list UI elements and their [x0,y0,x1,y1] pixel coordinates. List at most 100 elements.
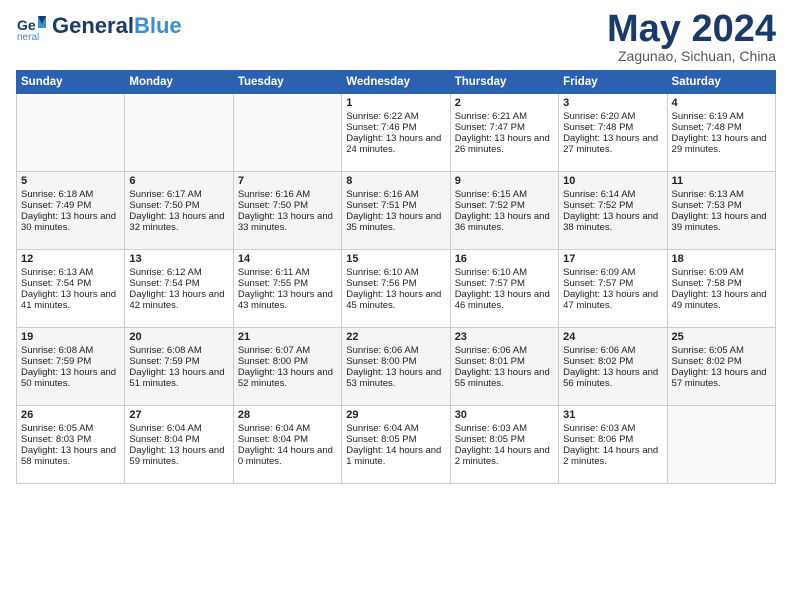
calendar-cell: 7 Sunrise: 6:16 AMSunset: 7:50 PMDaylight… [233,172,341,250]
daylight-text: Daylight: 14 hours and 2 minutes. [563,445,662,467]
sunset-text: Sunset: 7:52 PM [455,200,554,211]
sunset-text: Sunset: 7:54 PM [21,278,120,289]
logo-icon: Ge neral [16,10,48,42]
daylight-text: Daylight: 13 hours and 51 minutes. [129,367,228,389]
calendar-cell: 30Sunrise: 6:03 AMSunset: 8:05 PMDayligh… [450,406,558,484]
day-number: 16 [455,253,554,265]
calendar-cell: 6Sunrise: 6:17 AMSunset: 7:50 PMDaylight… [125,172,233,250]
daylight-text: Daylight: 13 hours and 58 minutes. [21,445,120,467]
day-number: 26 [21,409,120,421]
sunset-text: Sunset: 7:57 PM [563,278,662,289]
sunrise-text: Sunrise: 6:17 AM [129,189,228,200]
day-number: 9 [455,175,554,187]
sunset-text: Sunset: 8:04 PM [238,434,337,445]
location: Zagunao, Sichuan, China [607,48,776,64]
month-title: May 2024 [607,10,776,48]
calendar-cell: 12Sunrise: 6:13 AMSunset: 7:54 PMDayligh… [17,250,125,328]
sunrise-text: Sunrise: 6:18 AM [21,189,120,200]
daylight-text: Daylight: 13 hours and 32 minutes. [129,211,228,233]
sunset-text: Sunset: 7:50 PM [238,200,337,211]
daylight-text: Daylight: 13 hours and 49 minutes. [672,289,771,311]
title-block: May 2024 Zagunao, Sichuan, China [607,10,776,64]
sunrise-text: Sunrise: 6:10 AM [455,267,554,278]
header-tuesday: Tuesday [233,71,341,94]
sunrise-text: Sunrise: 6:16 AM [238,189,337,200]
day-number: 12 [21,253,120,265]
sunrise-text: Sunrise: 6:14 AM [563,189,662,200]
day-number: 22 [346,331,445,343]
sunset-text: Sunset: 7:59 PM [21,356,120,367]
day-number: 24 [563,331,662,343]
calendar-cell: 10Sunrise: 6:14 AMSunset: 7:52 PMDayligh… [559,172,667,250]
day-number: 14 [238,253,337,265]
calendar-cell [667,406,775,484]
calendar-cell: 11Sunrise: 6:13 AMSunset: 7:53 PMDayligh… [667,172,775,250]
daylight-text: Daylight: 13 hours and 33 minutes. [238,211,337,233]
daylight-text: Daylight: 14 hours and 2 minutes. [455,445,554,467]
calendar-cell: 2Sunrise: 6:21 AMSunset: 7:47 PMDaylight… [450,94,558,172]
day-number: 2 [455,97,554,109]
day-number: 1 [346,97,445,109]
calendar-week-row: 12Sunrise: 6:13 AMSunset: 7:54 PMDayligh… [17,250,776,328]
calendar-cell: 8Sunrise: 6:16 AMSunset: 7:51 PMDaylight… [342,172,450,250]
sunrise-text: Sunrise: 6:09 AM [672,267,771,278]
header-wednesday: Wednesday [342,71,450,94]
sunrise-text: Sunrise: 6:06 AM [455,345,554,356]
day-number: 10 [563,175,662,187]
calendar-cell: 28 Sunrise: 6:04 AMSunset: 8:04 PMDayligh… [233,406,341,484]
daylight-text: Daylight: 13 hours and 35 minutes. [346,211,445,233]
daylight-text: Daylight: 14 hours and 0 minutes. [238,445,337,467]
sunset-text: Sunset: 8:02 PM [563,356,662,367]
daylight-text: Daylight: 13 hours and 47 minutes. [563,289,662,311]
daylight-text: Daylight: 13 hours and 29 minutes. [672,133,771,155]
day-number: 28 [238,409,337,421]
header-thursday: Thursday [450,71,558,94]
sunrise-text: Sunrise: 6:15 AM [455,189,554,200]
daylight-text: Daylight: 13 hours and 59 minutes. [129,445,228,467]
sunset-text: Sunset: 7:47 PM [455,122,554,133]
calendar-cell: 15Sunrise: 6:10 AMSunset: 7:56 PMDayligh… [342,250,450,328]
sunset-text: Sunset: 7:53 PM [672,200,771,211]
sunset-text: Sunset: 7:52 PM [563,200,662,211]
calendar-cell: 5Sunrise: 6:18 AMSunset: 7:49 PMDaylight… [17,172,125,250]
sunrise-text: Sunrise: 6:04 AM [238,423,337,434]
header-sunday: Sunday [17,71,125,94]
sunset-text: Sunset: 8:00 PM [346,356,445,367]
sunrise-text: Sunrise: 6:05 AM [672,345,771,356]
sunset-text: Sunset: 7:48 PM [563,122,662,133]
daylight-text: Daylight: 13 hours and 39 minutes. [672,211,771,233]
calendar-cell: 31Sunrise: 6:03 AMSunset: 8:06 PMDayligh… [559,406,667,484]
sunset-text: Sunset: 7:59 PM [129,356,228,367]
sunset-text: Sunset: 7:48 PM [672,122,771,133]
calendar-cell: 24Sunrise: 6:06 AMSunset: 8:02 PMDayligh… [559,328,667,406]
day-number: 8 [346,175,445,187]
calendar-cell [125,94,233,172]
day-number: 7 [238,175,337,187]
sunset-text: Sunset: 7:51 PM [346,200,445,211]
calendar-week-row: 1Sunrise: 6:22 AMSunset: 7:46 PMDaylight… [17,94,776,172]
header-monday: Monday [125,71,233,94]
day-number: 4 [672,97,771,109]
day-number: 3 [563,97,662,109]
sunset-text: Sunset: 8:06 PM [563,434,662,445]
calendar-cell: 16Sunrise: 6:10 AMSunset: 7:57 PMDayligh… [450,250,558,328]
day-number: 23 [455,331,554,343]
calendar-cell [17,94,125,172]
calendar-cell: 26Sunrise: 6:05 AMSunset: 8:03 PMDayligh… [17,406,125,484]
day-number: 11 [672,175,771,187]
daylight-text: Daylight: 13 hours and 41 minutes. [21,289,120,311]
sunset-text: Sunset: 8:03 PM [21,434,120,445]
day-number: 18 [672,253,771,265]
sunrise-text: Sunrise: 6:21 AM [455,111,554,122]
sunset-text: Sunset: 7:58 PM [672,278,771,289]
calendar-table: Sunday Monday Tuesday Wednesday Thursday… [16,70,776,484]
sunset-text: Sunset: 7:50 PM [129,200,228,211]
calendar-week-row: 26Sunrise: 6:05 AMSunset: 8:03 PMDayligh… [17,406,776,484]
logo-general: General [52,13,134,38]
sunrise-text: Sunrise: 6:07 AM [238,345,337,356]
sunrise-text: Sunrise: 6:22 AM [346,111,445,122]
day-number: 29 [346,409,445,421]
page: Ge neral GeneralBlue May 2024 Zagunao, S… [0,0,792,494]
sunrise-text: Sunrise: 6:04 AM [346,423,445,434]
sunrise-text: Sunrise: 6:20 AM [563,111,662,122]
